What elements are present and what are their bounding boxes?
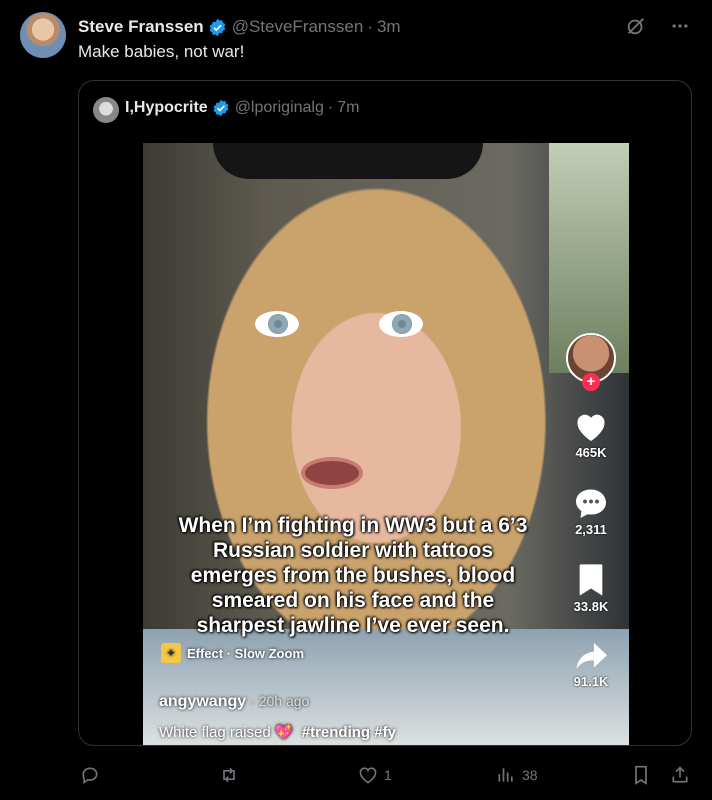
tiktok-user[interactable]: angywangy · 20h ago (159, 693, 309, 711)
author-name[interactable]: Steve Franssen (78, 17, 204, 37)
tweet-action-bar: 1 38 (78, 760, 698, 790)
tiktok-like[interactable]: 465K (573, 409, 609, 460)
tweet-text: Make babies, not war! (78, 42, 245, 61)
author-handle[interactable]: @SteveFranssen (232, 17, 364, 37)
quoted-tweet[interactable]: I,Hypocrite @lporiginalg · 7m When I’m f… (78, 80, 692, 746)
video-mouth (301, 457, 363, 489)
pink-heart-icon: 💖 (274, 724, 294, 741)
tiktok-description-text: White flag raised (159, 724, 271, 741)
views-count-label: 38 (522, 767, 538, 783)
tweet-time[interactable]: 3m (377, 17, 401, 37)
effect-tag[interactable]: ✦ Effect · Slow Zoom (161, 643, 304, 663)
like-button[interactable]: 1 (358, 760, 392, 790)
tiktok-username[interactable]: angywangy (159, 693, 246, 710)
video-left-eye (255, 311, 299, 337)
views-icon (498, 768, 513, 782)
quote-time[interactable]: 7m (337, 99, 359, 117)
save-icon (579, 564, 603, 596)
quote-author-name[interactable]: I,Hypocrite (125, 99, 208, 117)
author-avatar[interactable] (20, 12, 66, 58)
views-button[interactable]: 38 (496, 760, 538, 790)
separator-dot: · (367, 17, 373, 36)
tiktok-hashtags[interactable]: #trending #fy (302, 724, 396, 741)
bookmark-button[interactable] (632, 760, 650, 790)
retweet-button[interactable] (218, 760, 240, 790)
quote-header: I,Hypocrite @lporiginalg · 7m (125, 99, 359, 117)
tweet-header: Steve Franssen @SteveFranssen · 3m (78, 16, 401, 38)
reply-icon (82, 767, 98, 785)
like-count: 465K (575, 445, 607, 460)
grok-icon[interactable] (622, 12, 650, 40)
embedded-video[interactable]: When I’m fighting in WW3 but a 6’3 Russi… (143, 143, 629, 745)
heart-icon (577, 414, 605, 441)
verified-badge-icon (213, 99, 229, 117)
tweet-top-actions (622, 12, 694, 40)
tiktok-save[interactable]: 33.8K (573, 563, 609, 614)
more-icon[interactable] (666, 12, 694, 40)
comment-icon (576, 489, 606, 518)
tiktok-action-rail: + 465K 2,311 33.8K 91.1K (565, 333, 617, 689)
like-count-label: 1 (384, 767, 392, 783)
tiktok-description: White flag raised 💖 #trending #fy (159, 723, 396, 741)
tiktok-comment[interactable]: 2,311 (573, 486, 609, 537)
share-arrow-icon (576, 642, 607, 670)
share-count: 91.1K (573, 674, 609, 689)
follow-plus-icon[interactable]: + (582, 373, 600, 391)
video-caption: When I’m fighting in WW3 but a 6’3 Russi… (178, 514, 528, 637)
tiktok-share[interactable]: 91.1K (573, 640, 609, 689)
save-count: 33.8K (573, 599, 609, 614)
comment-count: 2,311 (575, 522, 607, 537)
tiktok-creator-avatar[interactable]: + (566, 333, 616, 391)
reply-button[interactable] (80, 760, 100, 790)
tiktok-posted-time: · 20h ago (250, 693, 310, 709)
quote-author-handle[interactable]: @lporiginalg (235, 99, 324, 117)
like-icon (359, 767, 377, 784)
separator-dot: · (327, 99, 334, 116)
effect-label: Effect · Slow Zoom (187, 645, 304, 661)
effect-icon: ✦ (161, 643, 181, 663)
share-icon (672, 766, 688, 783)
video-right-eye (379, 311, 423, 337)
quote-author-avatar[interactable] (93, 97, 119, 123)
share-button[interactable] (670, 760, 690, 790)
retweet-icon (223, 767, 235, 783)
verified-badge-icon (209, 18, 226, 36)
video-sunglasses (213, 143, 483, 179)
bookmark-icon (635, 765, 647, 785)
